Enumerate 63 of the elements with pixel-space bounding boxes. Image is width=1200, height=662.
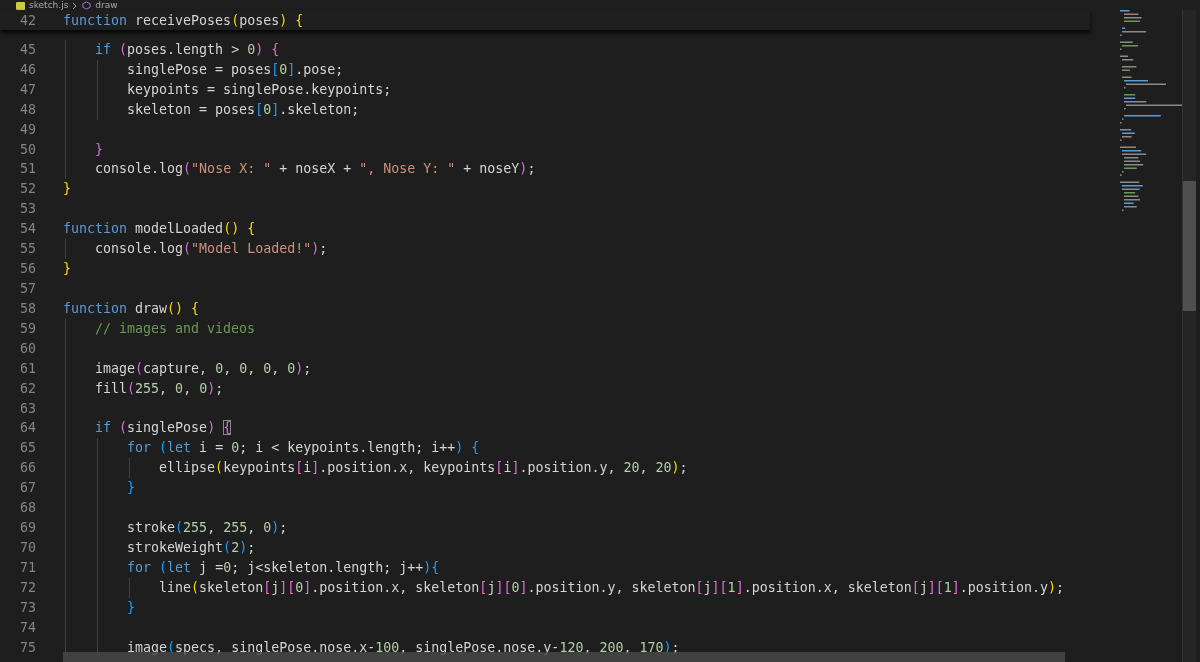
breadcrumb-file[interactable]: sketch.js <box>29 0 69 10</box>
code-line: console.log("Nose X: " + noseX + ", Nose Y: " + noseY); <box>94 160 536 179</box>
code-line: image(specs, singlePose.nose.x-100, singlePose.nose.y-120, 200, 170); <box>126 638 680 657</box>
code-line: line(skeleton[j][0].position.x, skeleton[j][0].position.y, skeleton[j][1].position.x, skeleton[j][1].position.y); <box>158 578 1064 597</box>
line-number: 62 <box>19 379 36 398</box>
line-number: 74 <box>19 618 36 637</box>
line-number: 58 <box>19 299 36 318</box>
line-number: 45 <box>19 40 36 59</box>
line-number: 54 <box>19 220 36 239</box>
line-number: 48 <box>19 100 36 119</box>
line-number: 55 <box>19 240 36 259</box>
code-line: } <box>63 180 71 199</box>
line-number: 65 <box>19 439 36 458</box>
line-number: 75 <box>19 638 36 657</box>
line-number: 49 <box>19 120 36 139</box>
line-number: 56 <box>19 260 36 279</box>
code-line: ellipse(keypoints[i].position.x, keypoints[i].position.y, 20, 20); <box>158 459 688 478</box>
code-line: keypoints = singlePose.keypoints; <box>126 80 392 99</box>
code-line: stroke(255, 255, 0); <box>126 519 288 538</box>
line-number: 59 <box>19 319 36 338</box>
scrollbar-thumb[interactable] <box>1183 181 1196 311</box>
code-line: function receivePoses(poses) { <box>63 11 304 30</box>
code-line: strokeWeight(2); <box>126 538 256 557</box>
line-number: 73 <box>19 598 36 617</box>
line-number: 72 <box>19 578 36 597</box>
code-line: fill(255, 0, 0); <box>94 379 224 398</box>
code-line: if (poses.length > 0) { <box>94 40 280 59</box>
code-line: singlePose = poses[0].pose; <box>126 60 344 79</box>
line-number: 50 <box>19 140 36 159</box>
code-line: // images and videos <box>94 319 256 338</box>
line-number: 42 <box>19 11 36 30</box>
line-number: 57 <box>19 280 36 298</box>
chevron-right-icon <box>72 2 79 10</box>
code-line: console.log("Model Loaded!"); <box>94 240 328 259</box>
line-number: 69 <box>19 519 36 538</box>
line-number: 60 <box>19 339 36 358</box>
line-number: 61 <box>19 359 36 378</box>
line-number: 66 <box>19 459 36 478</box>
line-number: 53 <box>19 200 36 219</box>
code-line: if (singlePose) { <box>94 419 232 438</box>
js-file-icon <box>16 2 25 10</box>
line-number: 52 <box>19 180 36 199</box>
code-line: function modelLoaded() { <box>63 220 256 239</box>
breadcrumb-symbol[interactable]: draw <box>95 0 118 10</box>
code-line: skeleton = poses[0].skeleton; <box>126 100 360 119</box>
code-line: for (let i = 0; i < keypoints.length; i++) { <box>126 439 480 458</box>
line-number: 64 <box>19 419 36 438</box>
code-line: for (let j =0; j<skeleton.length; j++){ <box>126 558 440 577</box>
line-number: 51 <box>19 160 36 179</box>
code-line: image(capture, 0, 0, 0, 0); <box>94 359 312 378</box>
line-number: 70 <box>19 538 36 557</box>
code-line: } <box>126 598 136 617</box>
line-number: 47 <box>19 80 36 99</box>
code-line: } <box>94 140 104 159</box>
cube-icon <box>82 1 92 10</box>
code-line: } <box>63 260 71 279</box>
line-number: 63 <box>19 399 36 418</box>
line-number: 68 <box>19 499 36 518</box>
line-number: 46 <box>19 60 36 79</box>
code-line: function draw() { <box>63 299 200 318</box>
line-number: 67 <box>19 479 36 498</box>
line-number: 71 <box>19 558 36 577</box>
code-line: } <box>126 479 136 498</box>
